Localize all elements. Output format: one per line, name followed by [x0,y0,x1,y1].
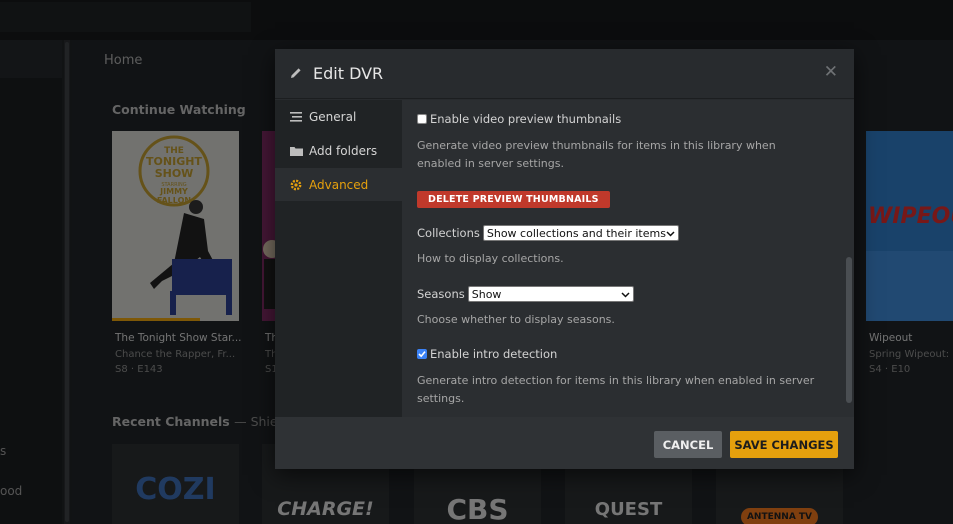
collections-help: How to display collections. [417,252,564,265]
video-preview-checkbox[interactable] [417,114,427,124]
cancel-button[interactable]: CANCEL [654,431,722,458]
intro-detection-help: Generate intro detection for items in th… [417,374,815,405]
seasons-select[interactable]: Show [467,286,634,302]
collections-row: Collections Show collections and their i… [417,225,679,241]
chevron-down-icon [621,289,630,302]
seasons-label: Seasons [417,287,465,301]
settings-scrollbar[interactable] [845,100,854,417]
menu-item-label: General [309,109,357,124]
intro-detection-checkbox[interactable] [417,349,427,359]
intro-detection-label: Enable intro detection [430,347,558,361]
menu-item-add-folders[interactable]: Add folders [275,134,402,167]
close-icon[interactable]: ✕ [824,62,838,82]
modal-side-menu: General Add folders Advanced [275,100,402,417]
menu-item-label: Advanced [309,177,369,192]
chevron-down-icon [666,228,675,241]
collections-label: Collections [417,226,480,240]
video-preview-help: Generate video preview thumbnails for it… [417,139,776,170]
list-icon [289,111,303,122]
menu-item-advanced[interactable]: Advanced [275,168,402,201]
seasons-help: Choose whether to display seasons. [417,313,615,326]
collections-value: Show collections and their items [486,226,666,240]
save-changes-button[interactable]: SAVE CHANGES [730,431,838,458]
scrollbar-thumb[interactable] [846,257,852,403]
delete-preview-thumbnails-button[interactable]: DELETE PREVIEW THUMBNAILS [417,191,610,208]
edit-dvr-modal: Edit DVR ✕ General Add folders Advanced … [275,49,854,469]
menu-item-label: Add folders [309,143,378,158]
modal-footer: CANCEL SAVE CHANGES [275,417,854,469]
video-preview-label: Enable video preview thumbnails [430,112,622,126]
pencil-icon [289,65,303,84]
seasons-row: Seasons Show [417,286,634,302]
intro-detection-checkbox-row[interactable]: Enable intro detection [417,347,557,361]
advanced-settings-panel: Enable video preview thumbnails Generate… [402,100,846,417]
video-preview-checkbox-row[interactable]: Enable video preview thumbnails [417,112,621,126]
modal-header: Edit DVR ✕ [275,49,854,99]
menu-item-general[interactable]: General [275,100,402,133]
modal-title: Edit DVR [313,64,384,83]
gear-icon [289,179,303,191]
seasons-value: Show [471,287,502,301]
collections-select[interactable]: Show collections and their items [482,225,679,241]
folder-icon [289,146,303,156]
